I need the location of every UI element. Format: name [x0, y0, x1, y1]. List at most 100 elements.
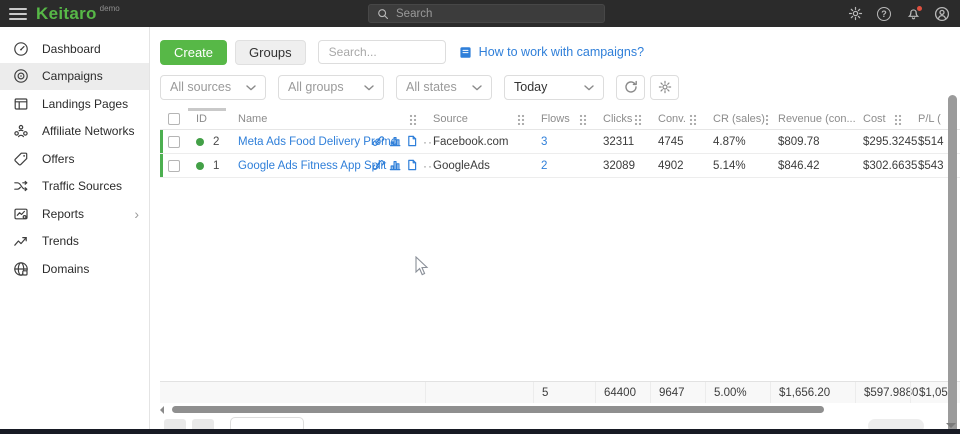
- campaign-link-icon[interactable]: [372, 135, 384, 150]
- sidebar-item-trends[interactable]: Trends: [0, 228, 149, 256]
- notification-badge: [917, 6, 922, 11]
- column-drag-handle-icon[interactable]: [689, 114, 697, 125]
- topbar-actions: ?: [847, 0, 950, 27]
- column-header-clicks[interactable]: Clicks: [595, 108, 650, 130]
- column-header-id[interactable]: ID: [188, 108, 230, 130]
- scroll-down-arrow-icon[interactable]: [946, 423, 956, 428]
- sidebar-item-dashboard[interactable]: Dashboard: [0, 35, 149, 63]
- row-checkbox[interactable]: [168, 136, 180, 148]
- sidebar-item-label: Trends: [42, 234, 79, 248]
- table-empty-area: [160, 178, 960, 381]
- chevron-down-icon: [246, 80, 256, 94]
- horizontal-scroll-thumb[interactable]: [172, 406, 824, 413]
- row-actions: ···: [370, 154, 425, 178]
- sidebar: Dashboard Campaigns Landings Pages Affil…: [0, 27, 150, 434]
- refresh-button[interactable]: [616, 75, 645, 100]
- affiliate-networks-icon: [13, 123, 29, 139]
- table-row[interactable]: 1 Google Ads Fitness App Split ··· Googl…: [160, 154, 960, 178]
- sidebar-item-traffic-sources[interactable]: Traffic Sources: [0, 173, 149, 201]
- global-search[interactable]: [368, 4, 605, 23]
- groups-filter-select[interactable]: All groups: [278, 75, 384, 100]
- user-avatar[interactable]: [934, 6, 950, 22]
- flows-link[interactable]: 2: [541, 160, 547, 172]
- cost-cell: $295.3245: [855, 130, 910, 154]
- hamburger-menu-icon[interactable]: [9, 5, 27, 23]
- totals-cost: $597.9880: [855, 382, 910, 403]
- logo-demo-badge: demo: [100, 4, 120, 13]
- campaign-stats-icon[interactable]: [389, 159, 401, 174]
- conv-cell: 4745: [650, 130, 705, 154]
- help-campaigns-link[interactable]: How to work with campaigns?: [459, 45, 644, 59]
- sidebar-item-domains[interactable]: Domains: [0, 255, 149, 283]
- app-logo: Keitaro: [36, 4, 97, 24]
- revenue-cell: $846.42: [770, 154, 855, 178]
- column-header-revenue[interactable]: Revenue (con...: [770, 108, 855, 130]
- select-all-cell: [160, 108, 188, 130]
- sidebar-item-label: Domains: [42, 262, 89, 276]
- campaigns-icon: [13, 68, 29, 84]
- column-drag-handle-icon[interactable]: [579, 114, 587, 125]
- source-cell: Facebook.com: [425, 130, 533, 154]
- horizontal-scrollbar[interactable]: [160, 403, 956, 416]
- flows-link[interactable]: 3: [541, 136, 547, 148]
- sidebar-item-campaigns[interactable]: Campaigns: [0, 63, 149, 91]
- cr-cell: 5.14%: [705, 154, 770, 178]
- offers-tag-icon: [13, 151, 29, 167]
- campaign-page-icon[interactable]: [406, 135, 418, 150]
- column-drag-handle-icon[interactable]: [894, 114, 902, 125]
- column-drag-handle-icon[interactable]: [634, 114, 642, 125]
- horizontal-scroll-track[interactable]: [170, 406, 946, 414]
- row-checkbox[interactable]: [168, 160, 180, 172]
- totals-row: 5 64400 9647 5.00% $1,656.20 $597.9880 $…: [160, 381, 960, 403]
- column-header-cost[interactable]: Cost: [855, 108, 910, 130]
- totals-flows: 5: [533, 382, 595, 403]
- sidebar-item-reports[interactable]: Reports ›: [0, 200, 149, 228]
- cost-cell: $302.6635: [855, 154, 910, 178]
- table-row[interactable]: 2 Meta Ads Food Delivery Promo ··· Faceb…: [160, 130, 960, 154]
- groups-button[interactable]: Groups: [235, 40, 306, 65]
- select-all-checkbox[interactable]: [168, 113, 180, 125]
- create-button[interactable]: Create: [160, 40, 227, 65]
- campaign-link-icon[interactable]: [372, 159, 384, 174]
- column-header-name[interactable]: Name: [230, 108, 425, 130]
- sidebar-item-landings-pages[interactable]: Landings Pages: [0, 90, 149, 118]
- column-header-source[interactable]: Source: [425, 108, 533, 130]
- campaign-page-icon[interactable]: [406, 159, 418, 174]
- totals-revenue: $1,656.20: [770, 382, 855, 403]
- sidebar-item-label: Offers: [42, 152, 74, 166]
- settings-gear-icon[interactable]: [847, 6, 863, 22]
- totals-cr: 5.00%: [705, 382, 770, 403]
- table-settings-gear-button[interactable]: [650, 75, 679, 100]
- totals-clicks: 64400: [595, 382, 650, 403]
- cr-cell: 4.87%: [705, 130, 770, 154]
- search-icon: [377, 8, 389, 20]
- sidebar-item-affiliate-networks[interactable]: Affiliate Networks: [0, 118, 149, 146]
- column-drag-handle-icon[interactable]: [409, 114, 417, 125]
- global-search-input[interactable]: [396, 8, 586, 20]
- column-header-flows[interactable]: Flows: [533, 108, 595, 130]
- campaign-search-input[interactable]: [318, 40, 446, 64]
- sidebar-item-label: Affiliate Networks: [42, 124, 134, 138]
- chevron-down-icon: [584, 80, 594, 94]
- sources-filter-select[interactable]: All sources: [160, 75, 266, 100]
- chevron-down-icon: [472, 80, 482, 94]
- column-drag-handle-icon[interactable]: [517, 114, 525, 125]
- help-icon[interactable]: ?: [876, 6, 892, 22]
- vertical-scroll-thumb[interactable]: [948, 95, 957, 434]
- campaign-name-link[interactable]: Google Ads Fitness App Split: [238, 160, 386, 172]
- sidebar-item-offers[interactable]: Offers: [0, 145, 149, 173]
- campaign-stats-icon[interactable]: [389, 135, 401, 150]
- notifications-bell-icon[interactable]: [905, 6, 921, 22]
- column-header-cr-sales[interactable]: CR (sales): [705, 108, 770, 130]
- conv-cell: 4902: [650, 154, 705, 178]
- scroll-left-arrow-icon[interactable]: [160, 406, 164, 414]
- column-header-conv[interactable]: Conv.: [650, 108, 705, 130]
- status-active-dot: [196, 162, 204, 170]
- reports-icon: [13, 206, 29, 222]
- topbar: Keitaro demo ?: [0, 0, 960, 27]
- table-header: ID Name Source Flows Clicks Conv. CR (sa…: [160, 108, 960, 130]
- date-range-select[interactable]: Today: [504, 75, 604, 100]
- states-filter-select[interactable]: All states: [396, 75, 492, 100]
- campaign-id: 2: [213, 136, 219, 148]
- totals-conv: 9647: [650, 382, 705, 403]
